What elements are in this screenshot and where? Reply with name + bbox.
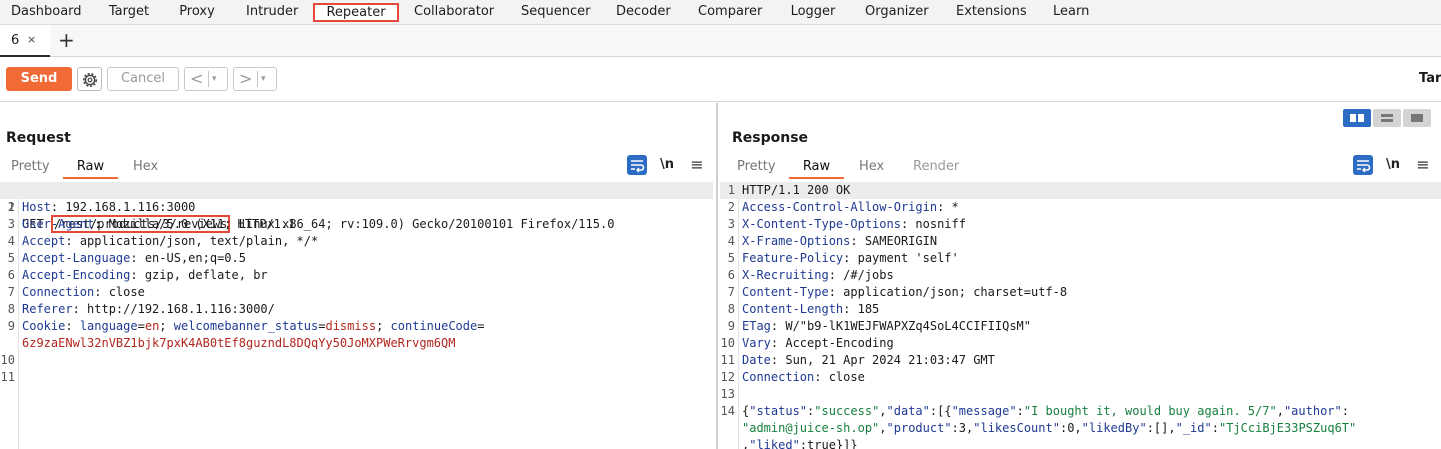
wrap-lines-icon[interactable] xyxy=(1353,155,1373,175)
repeater-tab-label: 6 xyxy=(11,33,20,48)
tabs-layout-icon[interactable] xyxy=(1403,109,1431,127)
request-editor[interactable]: 1 GET /rest/products/3/reviews HTTP/1.1 … xyxy=(0,182,713,449)
request-view-tabs: Pretty Raw Hex xyxy=(0,155,713,179)
header-line: 11 Date: Sun, 21 Apr 2024 21:03:47 GMT xyxy=(720,353,995,367)
header-line: 2 Access-Control-Allow-Origin: * xyxy=(727,200,959,214)
repeater-tab-bar: 6 × + xyxy=(0,25,1441,57)
cookie-line-cont: 6z9zaENwl32nVBZ1bjk7pxK4AB0tEf8guzndL8DQ… xyxy=(22,336,456,350)
response-tab-pretty[interactable]: Pretty xyxy=(737,158,776,179)
header-line: 6 Accept-Encoding: gzip, deflate, br xyxy=(7,268,268,282)
request-tab-pretty[interactable]: Pretty xyxy=(11,158,50,179)
gear-icon xyxy=(83,73,97,87)
request-panel: Request Pretty Raw Hex \n ≡ 1 GET /rest/… xyxy=(0,103,713,449)
request-tab-hex[interactable]: Hex xyxy=(133,158,158,179)
back-arrow-icon[interactable]: < xyxy=(190,69,203,89)
header-line: 7 Connection: close xyxy=(7,285,145,299)
header-line: 6 X-Recruiting: /#/jobs xyxy=(727,268,894,282)
settings-button[interactable] xyxy=(77,67,102,91)
add-tab-icon[interactable]: + xyxy=(58,29,75,51)
layout-toggle xyxy=(1343,109,1433,127)
menu-icon[interactable]: ≡ xyxy=(1413,155,1433,175)
main-nav-bar: Dashboard Target Proxy Intruder Repeater… xyxy=(0,0,1441,25)
nav-tab-sequencer[interactable]: Sequencer xyxy=(521,3,590,22)
header-line: 2 Host: 192.168.1.116:3000 xyxy=(7,200,196,214)
header-line: 3 X-Content-Type-Options: nosniff xyxy=(727,217,966,231)
json-body-line: 14 {"status":"success","data":[{"message"… xyxy=(720,404,1349,418)
nav-tab-extensions[interactable]: Extensions xyxy=(956,3,1027,22)
nav-tab-collaborator[interactable]: Collaborator xyxy=(414,3,494,22)
chevron-down-icon[interactable]: ▾ xyxy=(261,71,266,87)
empty-line: 13 xyxy=(720,387,735,401)
header-line: 3 User-Agent: Mozilla/5.0 (X11; Linux x86… xyxy=(7,217,615,231)
nav-tab-logger[interactable]: Logger xyxy=(790,3,836,22)
request-title: Request xyxy=(6,130,71,146)
split-vertical-icon[interactable] xyxy=(1373,109,1401,127)
header-line: 4 Accept: application/json, text/plain, *… xyxy=(7,234,319,248)
cookie-line: 9 Cookie: language=en; welcomebanner_stat… xyxy=(7,319,485,333)
json-body-line-cont: ,"liked":true}]} xyxy=(742,438,858,449)
panel-divider[interactable] xyxy=(716,103,718,449)
close-icon[interactable]: × xyxy=(27,33,36,46)
response-editor[interactable]: 1 HTTP/1.1 200 OK 2 Access-Control-Allow-O… xyxy=(720,182,1441,449)
separator xyxy=(257,71,258,87)
repeater-toolbar: Send Cancel < ▾ > ▾ Tar xyxy=(0,58,1441,102)
nav-tab-learn[interactable]: Learn xyxy=(1053,3,1089,22)
chevron-down-icon[interactable]: ▾ xyxy=(212,71,217,87)
header-line: 10 Vary: Accept-Encoding xyxy=(720,336,894,350)
response-tab-raw[interactable]: Raw xyxy=(789,158,844,179)
wrap-lines-icon[interactable] xyxy=(627,155,647,175)
cancel-button[interactable]: Cancel xyxy=(107,67,179,91)
empty-line: 11 xyxy=(0,370,15,384)
nav-tab-comparer[interactable]: Comparer xyxy=(698,3,762,22)
response-tab-hex[interactable]: Hex xyxy=(859,158,884,179)
header-line: 5 Feature-Policy: payment 'self' xyxy=(727,251,959,265)
nav-tab-repeater[interactable]: Repeater xyxy=(313,3,399,22)
header-line: 7 Content-Type: application/json; charset… xyxy=(727,285,1068,299)
back-button-group[interactable]: < ▾ xyxy=(184,67,228,91)
nav-tab-proxy[interactable]: Proxy xyxy=(179,3,215,22)
response-panel: Response Pretty Raw Hex Render \n ≡ 1 HTT… xyxy=(720,103,1441,449)
response-view-tabs: Pretty Raw Hex Render xyxy=(720,155,1441,179)
send-button[interactable]: Send xyxy=(6,67,72,91)
header-line: 8 Content-Length: 185 xyxy=(727,302,880,316)
split-horizontal-icon[interactable] xyxy=(1343,109,1371,127)
menu-icon[interactable]: ≡ xyxy=(687,155,707,175)
header-line: 5 Accept-Language: en-US,en;q=0.5 xyxy=(7,251,246,265)
request-tab-raw[interactable]: Raw xyxy=(63,158,118,179)
response-tab-render[interactable]: Render xyxy=(913,158,959,179)
nav-tab-intruder[interactable]: Intruder xyxy=(246,3,298,22)
forward-arrow-icon[interactable]: > xyxy=(239,69,252,89)
nav-tab-target[interactable]: Target xyxy=(108,3,150,22)
target-label[interactable]: Tar xyxy=(1419,71,1441,86)
header-line: 8 Referer: http://192.168.1.116:3000/ xyxy=(7,302,275,316)
newline-icon[interactable]: \n xyxy=(1383,155,1403,175)
json-body-line-cont: "admin@juice-sh.op","product":3,"likesCo… xyxy=(742,421,1357,435)
nav-tab-organizer[interactable]: Organizer xyxy=(865,3,929,22)
separator xyxy=(208,71,209,87)
response-title: Response xyxy=(732,130,809,146)
header-line: 9 ETag: W/"b9-lK1WEJFWAPXZq4SoL4CCIFIIQsM… xyxy=(727,319,1031,333)
status-line: 1 HTTP/1.1 200 OK xyxy=(720,182,1441,199)
nav-tab-decoder[interactable]: Decoder xyxy=(616,3,671,22)
empty-line: 10 xyxy=(0,353,15,367)
forward-button-group[interactable]: > ▾ xyxy=(233,67,277,91)
newline-icon[interactable]: \n xyxy=(657,155,677,175)
repeater-tab-6[interactable]: 6 × xyxy=(0,25,50,57)
header-line: 12 Connection: close xyxy=(720,370,865,384)
header-line: 4 X-Frame-Options: SAMEORIGIN xyxy=(727,234,938,248)
nav-tab-dashboard[interactable]: Dashboard xyxy=(11,3,82,22)
request-line: 1 GET /rest/products/3/reviews HTTP/1.1 xyxy=(0,182,713,233)
